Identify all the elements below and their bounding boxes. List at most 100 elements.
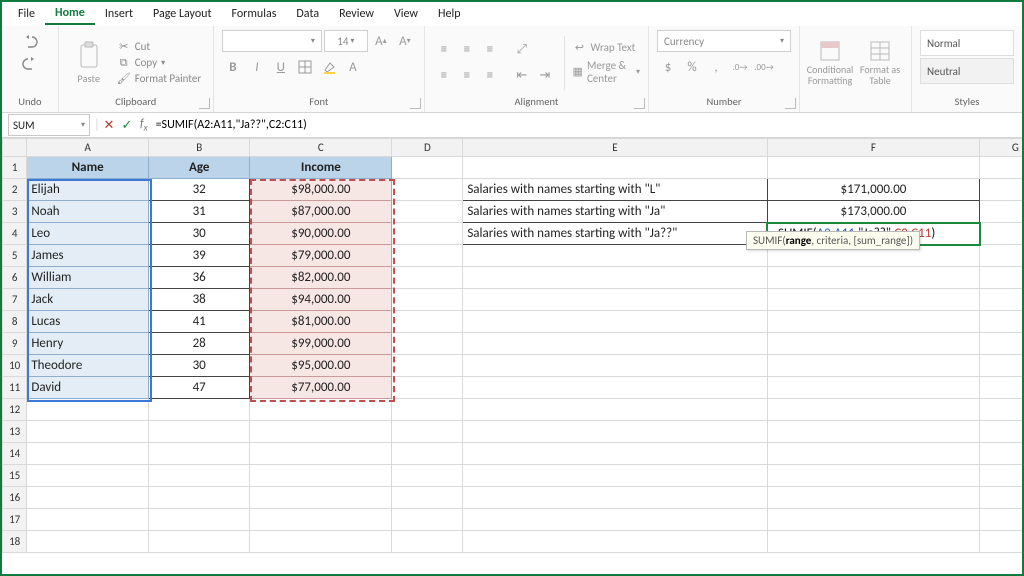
accounting-format-button[interactable]: $ bbox=[657, 56, 679, 78]
cell-A14[interactable] bbox=[27, 443, 149, 465]
cell-A7[interactable]: Jack bbox=[27, 289, 149, 311]
cell-B10[interactable]: 30 bbox=[149, 355, 250, 377]
cell-A3[interactable]: Noah bbox=[27, 201, 149, 223]
cell-F17[interactable] bbox=[767, 509, 980, 531]
menu-insert[interactable]: Insert bbox=[95, 4, 143, 24]
align-top-button[interactable]: ≡ bbox=[433, 39, 455, 61]
cell-D10[interactable] bbox=[392, 355, 463, 377]
cell-E13[interactable] bbox=[463, 421, 767, 443]
row-header-3[interactable]: 3 bbox=[3, 201, 27, 223]
undo-button[interactable] bbox=[19, 30, 41, 52]
cell-D15[interactable] bbox=[392, 465, 463, 487]
cell-E17[interactable] bbox=[463, 509, 767, 531]
cell-B13[interactable] bbox=[149, 421, 250, 443]
cell-G5[interactable] bbox=[980, 245, 1022, 267]
cell-C16[interactable] bbox=[250, 487, 392, 509]
cell-D14[interactable] bbox=[392, 443, 463, 465]
cell-E10[interactable] bbox=[463, 355, 767, 377]
number-dialog-launcher[interactable] bbox=[785, 98, 796, 109]
cell-G3[interactable] bbox=[980, 201, 1022, 223]
cell-E11[interactable] bbox=[463, 377, 767, 399]
cell-A2[interactable]: Elijah bbox=[27, 179, 149, 201]
cell-F16[interactable] bbox=[767, 487, 980, 509]
col-header-B[interactable]: B bbox=[149, 139, 250, 157]
cell-A16[interactable] bbox=[27, 487, 149, 509]
cell-style-neutral[interactable]: Neutral bbox=[920, 58, 1014, 84]
cell-D1[interactable] bbox=[392, 157, 463, 179]
cell-F13[interactable] bbox=[767, 421, 980, 443]
row-header-12[interactable]: 12 bbox=[3, 399, 27, 421]
cell-G1[interactable] bbox=[980, 157, 1022, 179]
cell-E9[interactable] bbox=[463, 333, 767, 355]
cell-D6[interactable] bbox=[392, 267, 463, 289]
cell-C14[interactable] bbox=[250, 443, 392, 465]
cell-G14[interactable] bbox=[980, 443, 1022, 465]
cell-E5[interactable] bbox=[463, 245, 767, 267]
cell-D11[interactable] bbox=[392, 377, 463, 399]
cell-G18[interactable] bbox=[980, 531, 1022, 553]
cell-C1[interactable]: Income bbox=[250, 157, 392, 179]
cell-A5[interactable]: James bbox=[27, 245, 149, 267]
clipboard-dialog-launcher[interactable] bbox=[199, 98, 210, 109]
cell-G2[interactable] bbox=[980, 179, 1022, 201]
cell-D3[interactable] bbox=[392, 201, 463, 223]
cell-E14[interactable] bbox=[463, 443, 767, 465]
cell-C18[interactable] bbox=[250, 531, 392, 553]
paste-button[interactable]: Paste bbox=[67, 34, 111, 92]
decrease-indent-button[interactable]: ⇤ bbox=[511, 65, 533, 87]
row-header-5[interactable]: 5 bbox=[3, 245, 27, 267]
cell-A12[interactable] bbox=[27, 399, 149, 421]
cell-C11[interactable]: $77,000.00 bbox=[250, 377, 392, 399]
menu-data[interactable]: Data bbox=[286, 4, 329, 24]
cell-G17[interactable] bbox=[980, 509, 1022, 531]
cell-E15[interactable] bbox=[463, 465, 767, 487]
cancel-formula-button[interactable]: ✕ bbox=[100, 118, 118, 133]
fill-color-button[interactable] bbox=[318, 56, 340, 78]
number-format-select[interactable]: Currency▾ bbox=[657, 30, 791, 52]
cell-F6[interactable] bbox=[767, 267, 980, 289]
decrease-decimal-button[interactable]: .00→ bbox=[753, 56, 775, 78]
format-painter-button[interactable]: 🖌Format Painter bbox=[117, 72, 201, 86]
align-right-button[interactable]: ≡ bbox=[479, 65, 501, 87]
cell-B9[interactable]: 28 bbox=[149, 333, 250, 355]
cell-F8[interactable] bbox=[767, 311, 980, 333]
cell-A15[interactable] bbox=[27, 465, 149, 487]
cell-D17[interactable] bbox=[392, 509, 463, 531]
cell-B16[interactable] bbox=[149, 487, 250, 509]
cell-D9[interactable] bbox=[392, 333, 463, 355]
cell-D4[interactable] bbox=[392, 223, 463, 245]
conditional-formatting-button[interactable]: Conditional Formatting bbox=[808, 34, 852, 92]
cell-F1[interactable] bbox=[767, 157, 980, 179]
cell-C2[interactable]: $98,000.00 bbox=[250, 179, 392, 201]
menu-page-layout[interactable]: Page Layout bbox=[143, 4, 221, 24]
menu-home[interactable]: Home bbox=[45, 3, 95, 25]
row-header-17[interactable]: 17 bbox=[3, 509, 27, 531]
cell-D16[interactable] bbox=[392, 487, 463, 509]
row-header-18[interactable]: 18 bbox=[3, 531, 27, 553]
cell-B14[interactable] bbox=[149, 443, 250, 465]
italic-button[interactable]: I bbox=[246, 56, 268, 78]
cell-F14[interactable] bbox=[767, 443, 980, 465]
cell-C5[interactable]: $79,000.00 bbox=[250, 245, 392, 267]
cell-D12[interactable] bbox=[392, 399, 463, 421]
cell-B2[interactable]: 32 bbox=[149, 179, 250, 201]
cut-button[interactable]: ✂Cut bbox=[117, 40, 201, 54]
cell-B15[interactable] bbox=[149, 465, 250, 487]
cell-B11[interactable]: 47 bbox=[149, 377, 250, 399]
cell-C17[interactable] bbox=[250, 509, 392, 531]
cell-F3[interactable]: $173,000.00 bbox=[767, 201, 980, 223]
increase-indent-button[interactable]: ⇥ bbox=[534, 65, 556, 87]
cell-A8[interactable]: Lucas bbox=[27, 311, 149, 333]
menu-help[interactable]: Help bbox=[428, 4, 471, 24]
cell-D8[interactable] bbox=[392, 311, 463, 333]
cell-C6[interactable]: $82,000.00 bbox=[250, 267, 392, 289]
accept-formula-button[interactable]: ✓ bbox=[118, 118, 136, 133]
menu-review[interactable]: Review bbox=[329, 4, 384, 24]
name-box[interactable]: SUM▾ bbox=[8, 114, 90, 136]
cell-G7[interactable] bbox=[980, 289, 1022, 311]
col-header-F[interactable]: F bbox=[767, 139, 980, 157]
cell-G8[interactable] bbox=[980, 311, 1022, 333]
cell-E6[interactable] bbox=[463, 267, 767, 289]
row-header-8[interactable]: 8 bbox=[3, 311, 27, 333]
fx-icon[interactable]: fx bbox=[136, 117, 152, 133]
